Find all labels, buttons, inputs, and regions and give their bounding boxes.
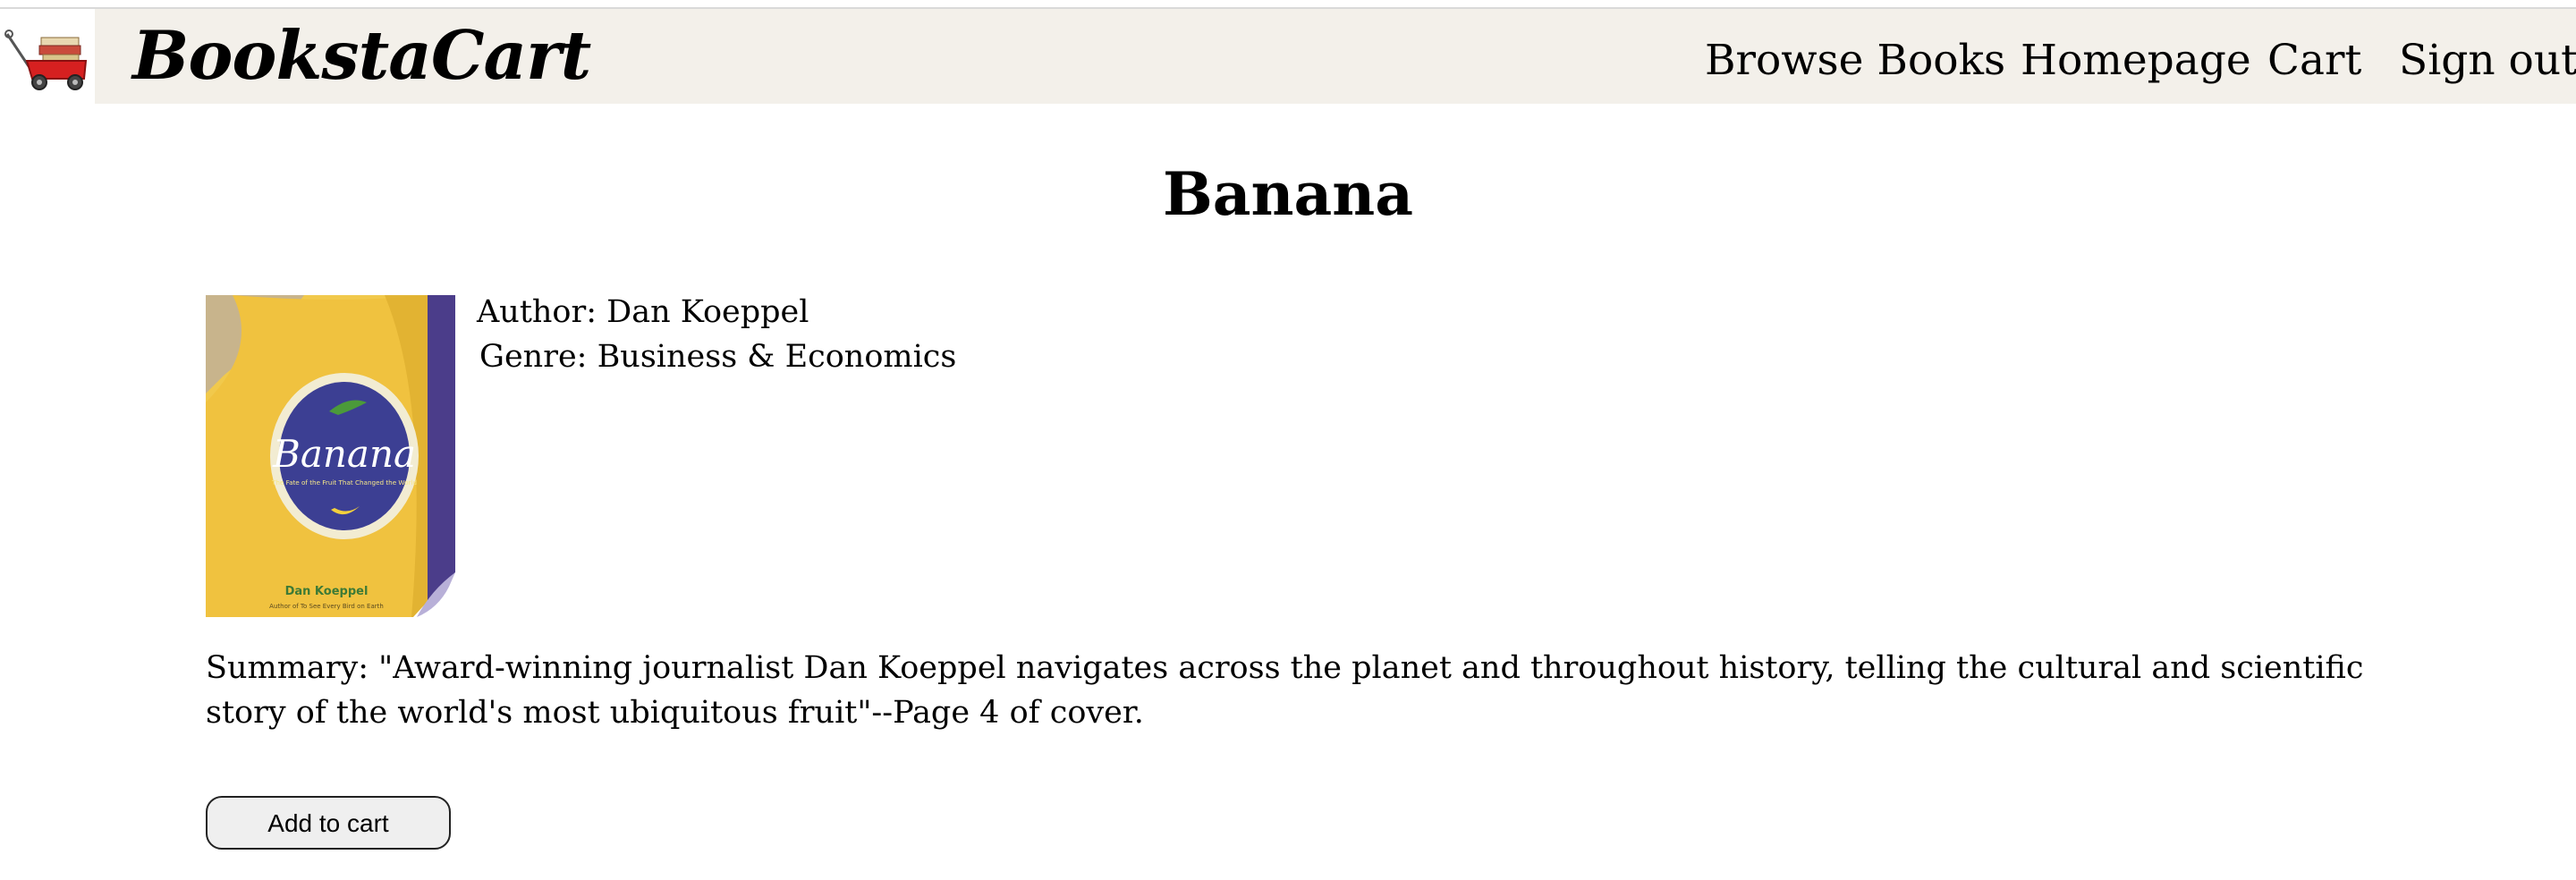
book-cover-image: Banana The Fate of the Fruit That Change… [206, 295, 455, 617]
nav-browse-books[interactable]: Browse Books [1705, 34, 2005, 88]
nav-homepage[interactable]: Homepage [2021, 34, 2251, 88]
top-navbar: BookstaCart Browse Books Homepage Cart S… [0, 7, 2576, 104]
cover-subtitle-text: The Fate of the Fruit That Changed the W… [271, 478, 417, 487]
cover-byline-text: Author of To See Every Bird on Earth [269, 603, 384, 610]
logo[interactable] [0, 9, 95, 104]
book-genre: Genre: Business & Economics [479, 339, 957, 375]
add-to-cart-button[interactable]: Add to cart [206, 796, 451, 850]
brand-name[interactable]: BookstaCart [132, 14, 591, 97]
nav-cart[interactable]: Cart [2267, 34, 2361, 88]
book-summary: Summary: "Award-winning journalist Dan K… [206, 650, 2364, 731]
book-author: Author: Dan Koeppel [477, 294, 809, 330]
red-wagon-with-books-icon [4, 30, 88, 90]
nav-sign-out[interactable]: Sign out [2399, 34, 2576, 88]
book-title: Banana [1162, 159, 1414, 229]
cover-author-text: Dan Koeppel [285, 585, 369, 598]
cover-title-text: Banana [272, 432, 416, 476]
